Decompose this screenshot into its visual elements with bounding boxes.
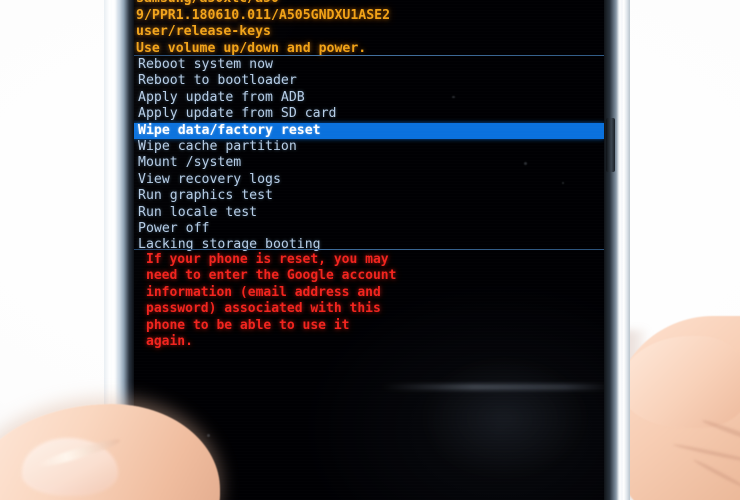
menu-item-mount-system[interactable]: Mount /system [132, 155, 604, 171]
recovery-header: Android Recovery samsung/a50xtc/a50 9/PP… [136, 0, 600, 57]
screen-speck [452, 96, 455, 98]
header-line-keys: user/release-keys [136, 24, 271, 40]
screen-glare-blob [422, 358, 587, 478]
menu-warning-divider [132, 249, 604, 250]
screen-speck [207, 434, 210, 437]
header-menu-divider [132, 55, 604, 56]
google-account-warning: If your phone is reset, you may need to … [146, 252, 446, 350]
menu-item-wipe-data-factory-reset[interactable]: Wipe data/factory reset [132, 122, 604, 139]
screenshot-stage: Android Recovery samsung/a50xtc/a50 9/PP… [0, 0, 740, 500]
phone-right-edge-highlight [617, 0, 623, 500]
warning-line: phone to be able to use it [146, 317, 350, 333]
warning-line: need to enter the Google account [146, 268, 397, 284]
screen-speck [562, 182, 564, 184]
warning-line: If your phone is reset, you may [146, 252, 389, 267]
power-button[interactable] [606, 118, 615, 172]
phone-screen[interactable]: Android Recovery samsung/a50xtc/a50 9/PP… [132, 0, 604, 500]
recovery-menu[interactable]: Reboot system now Reboot to bootloader A… [132, 57, 604, 254]
screen-glare-streak [382, 384, 604, 390]
screen-speck [524, 162, 527, 165]
menu-item-reboot-system-now[interactable]: Reboot system now [132, 57, 604, 73]
menu-item-wipe-cache-partition[interactable]: Wipe cache partition [132, 139, 604, 155]
menu-item-view-recovery-logs[interactable]: View recovery logs [132, 172, 604, 188]
menu-item-power-off[interactable]: Power off [132, 221, 604, 237]
menu-item-apply-update-from-sd-card[interactable]: Apply update from SD card [132, 106, 604, 122]
menu-item-run-graphics-test[interactable]: Run graphics test [132, 188, 604, 204]
warning-line: password) associated with this [146, 301, 381, 317]
warning-line: information (email address and [146, 284, 381, 300]
menu-item-reboot-to-bootloader[interactable]: Reboot to bootloader [132, 73, 604, 89]
header-line-build: 9/PPR1.180610.011/A505GNDXU1ASE2 [136, 7, 391, 23]
menu-item-apply-update-from-adb[interactable]: Apply update from ADB [132, 90, 604, 106]
warning-line: again. [146, 334, 193, 350]
menu-item-run-locale-test[interactable]: Run locale test [132, 205, 604, 221]
header-line-device: samsung/a50xtc/a50 [136, 0, 600, 8]
